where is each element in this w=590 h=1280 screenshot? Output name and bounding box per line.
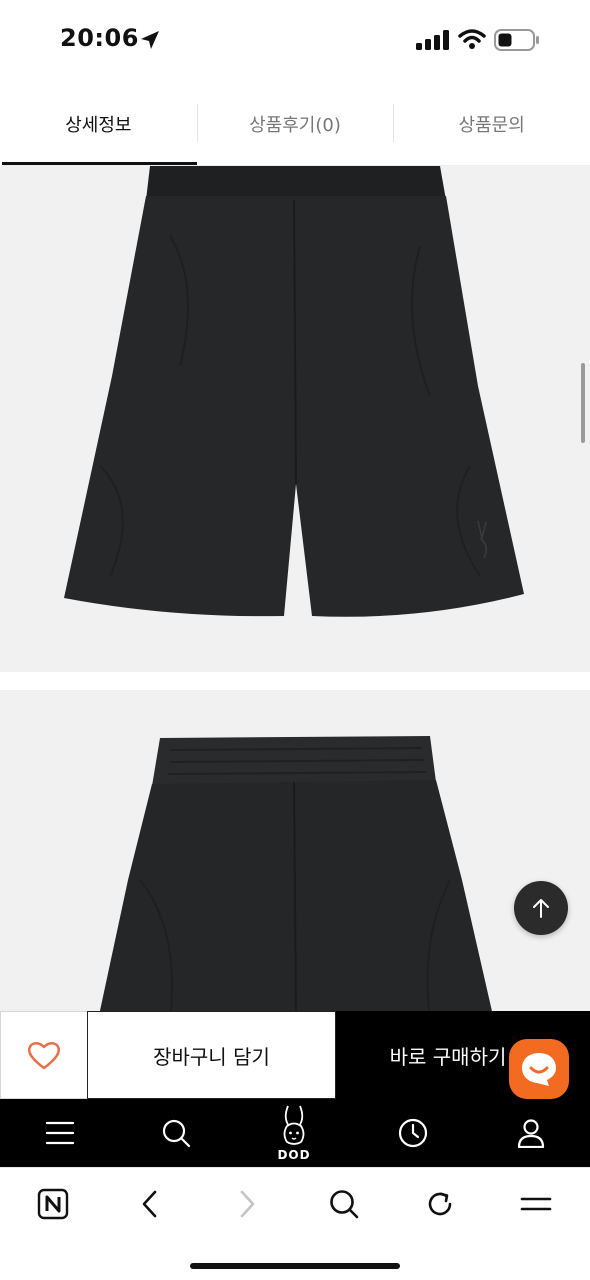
image-gap (0, 672, 590, 690)
chat-bubble-icon (522, 1053, 556, 1086)
nav-search-button[interactable] (154, 1099, 198, 1167)
tab-reviews-label: 상품후기(0) (249, 114, 341, 136)
browser-menu-button[interactable] (516, 1184, 556, 1224)
tab-inquiries[interactable]: 상품문의 (393, 82, 590, 165)
naver-n-icon (37, 1188, 69, 1220)
heart-icon (27, 1042, 61, 1070)
chat-button[interactable] (509, 1039, 569, 1099)
status-time: 20:06 (60, 24, 139, 52)
tab-details[interactable]: 상세정보 (0, 82, 197, 165)
location-arrow-icon (141, 31, 159, 49)
naver-home-button[interactable] (33, 1184, 73, 1224)
signal-icon (416, 30, 449, 50)
browser-search-button[interactable] (324, 1184, 364, 1224)
buy-now-label: 바로 구매하기 (389, 1044, 507, 1069)
nav-menu-button[interactable] (38, 1099, 82, 1167)
search-icon (162, 1119, 191, 1148)
wifi-icon (458, 29, 486, 49)
browser-refresh-button[interactable] (420, 1184, 460, 1224)
dod-rabbit-logo (283, 1105, 305, 1145)
add-to-cart-button[interactable]: 장바구니 담기 (87, 1011, 336, 1099)
forward-icon (240, 1190, 255, 1218)
status-bar: 20:06 (0, 0, 590, 80)
home-indicator[interactable] (190, 1263, 400, 1269)
back-icon (142, 1190, 157, 1218)
scrollbar[interactable] (581, 363, 585, 443)
dod-logo-text: DOD (277, 1148, 311, 1162)
product-image-back (0, 690, 590, 1020)
browser-forward-button[interactable] (227, 1184, 267, 1224)
wishlist-button[interactable] (0, 1011, 87, 1099)
arrow-up-icon (533, 899, 549, 918)
add-to-cart-label: 장바구니 담기 (153, 1044, 270, 1069)
scroll-to-top-button[interactable] (514, 881, 568, 935)
nav-recent-button[interactable] (391, 1099, 435, 1167)
menu-icon (520, 1197, 552, 1211)
recent-clock-icon (398, 1118, 428, 1148)
detail-tabs: 상세정보 상품후기(0) 상품문의 (0, 82, 590, 166)
tab-reviews[interactable]: 상품후기(0) (196, 82, 394, 165)
nav-home-logo[interactable]: DOD (266, 1099, 322, 1167)
search-icon (330, 1190, 359, 1219)
purchase-action-bar: 장바구니 담기 바로 구매하기 (0, 1011, 590, 1099)
refresh-icon (428, 1192, 452, 1216)
menu-icon (45, 1121, 75, 1145)
nav-account-button[interactable] (509, 1099, 553, 1167)
account-icon (517, 1119, 545, 1148)
app-bottom-nav: DOD (0, 1099, 590, 1167)
tab-inquiries-label: 상품문의 (458, 114, 525, 136)
product-image-front (0, 166, 590, 672)
battery-icon (494, 29, 539, 51)
browser-back-button[interactable] (130, 1184, 170, 1224)
tab-details-label: 상세정보 (65, 114, 132, 136)
